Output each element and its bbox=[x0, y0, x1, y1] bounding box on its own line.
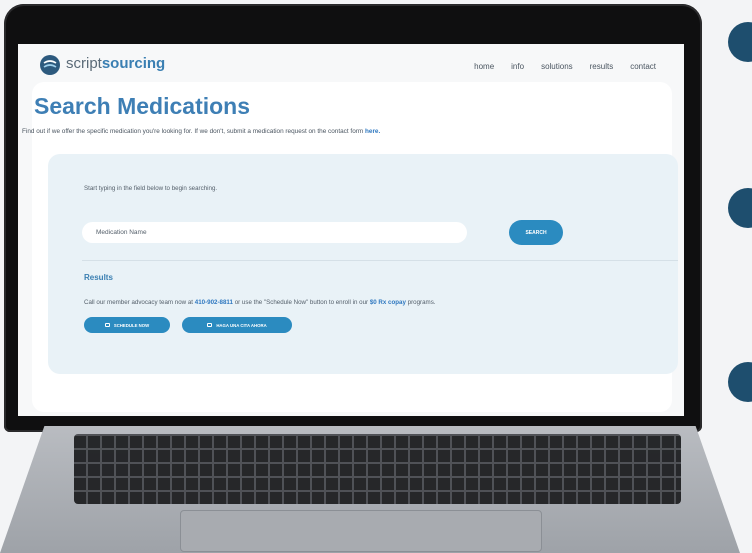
schedule-now-button[interactable]: SCHEDULE NOW bbox=[84, 317, 170, 333]
search-button[interactable]: SEARCH bbox=[509, 220, 563, 245]
brand-prefix: script bbox=[66, 55, 102, 72]
results-heading: Results bbox=[84, 273, 113, 282]
calendar-icon bbox=[207, 323, 213, 327]
subtitle-text: Find out if we offer the specific medica… bbox=[22, 128, 364, 135]
nav-item-results[interactable]: results bbox=[590, 62, 614, 71]
call-text-after: programs. bbox=[407, 299, 436, 306]
contact-form-link[interactable]: here. bbox=[365, 128, 380, 135]
copay-program-link[interactable]: $0 Rx copay bbox=[370, 299, 406, 306]
page-subtitle: Find out if we offer the specific medica… bbox=[22, 128, 380, 135]
calendar-icon bbox=[104, 323, 110, 327]
scriptsourcing-logo-icon[interactable] bbox=[40, 55, 60, 75]
trackpad bbox=[180, 510, 542, 552]
nav-item-info[interactable]: info bbox=[511, 62, 524, 71]
laptop-lid: scriptsourcing home info solutions resul… bbox=[4, 4, 702, 432]
page-title: Search Medications bbox=[34, 93, 251, 119]
browser-screen: scriptsourcing home info solutions resul… bbox=[18, 44, 684, 416]
brand-logo-text[interactable]: scriptsourcing bbox=[66, 55, 165, 72]
decorative-circle bbox=[728, 362, 752, 402]
brand-suffix: sourcing bbox=[101, 55, 166, 72]
call-text-before: Call our member advocacy team now at bbox=[84, 299, 194, 306]
results-message: Call our member advocacy team now at 410… bbox=[84, 299, 436, 306]
nav-item-home[interactable]: home bbox=[474, 62, 494, 71]
haga-una-cita-label: HAGA UNA CITA AHORA bbox=[216, 322, 267, 328]
search-hint: Start typing in the field below to begin… bbox=[84, 185, 218, 192]
keyboard bbox=[74, 434, 681, 504]
decorative-circle bbox=[728, 188, 752, 228]
divider bbox=[82, 260, 678, 261]
decorative-circle bbox=[728, 22, 752, 62]
logo-wave-icon bbox=[43, 60, 57, 68]
search-panel: Start typing in the field below to begin… bbox=[48, 154, 678, 374]
schedule-now-label: SCHEDULE NOW bbox=[113, 322, 150, 328]
nav-item-contact[interactable]: contact bbox=[630, 62, 656, 71]
nav-item-solutions[interactable]: solutions bbox=[541, 62, 573, 71]
haga-una-cita-button[interactable]: HAGA UNA CITA AHORA bbox=[182, 317, 292, 333]
medication-search-input[interactable] bbox=[82, 222, 467, 243]
laptop-base bbox=[0, 426, 740, 553]
nav-links: home info solutions results contact bbox=[474, 62, 656, 71]
phone-number-link[interactable]: 410-902-8811 bbox=[195, 299, 233, 306]
call-text-middle: or use the "Schedule Now" button to enro… bbox=[234, 299, 369, 306]
